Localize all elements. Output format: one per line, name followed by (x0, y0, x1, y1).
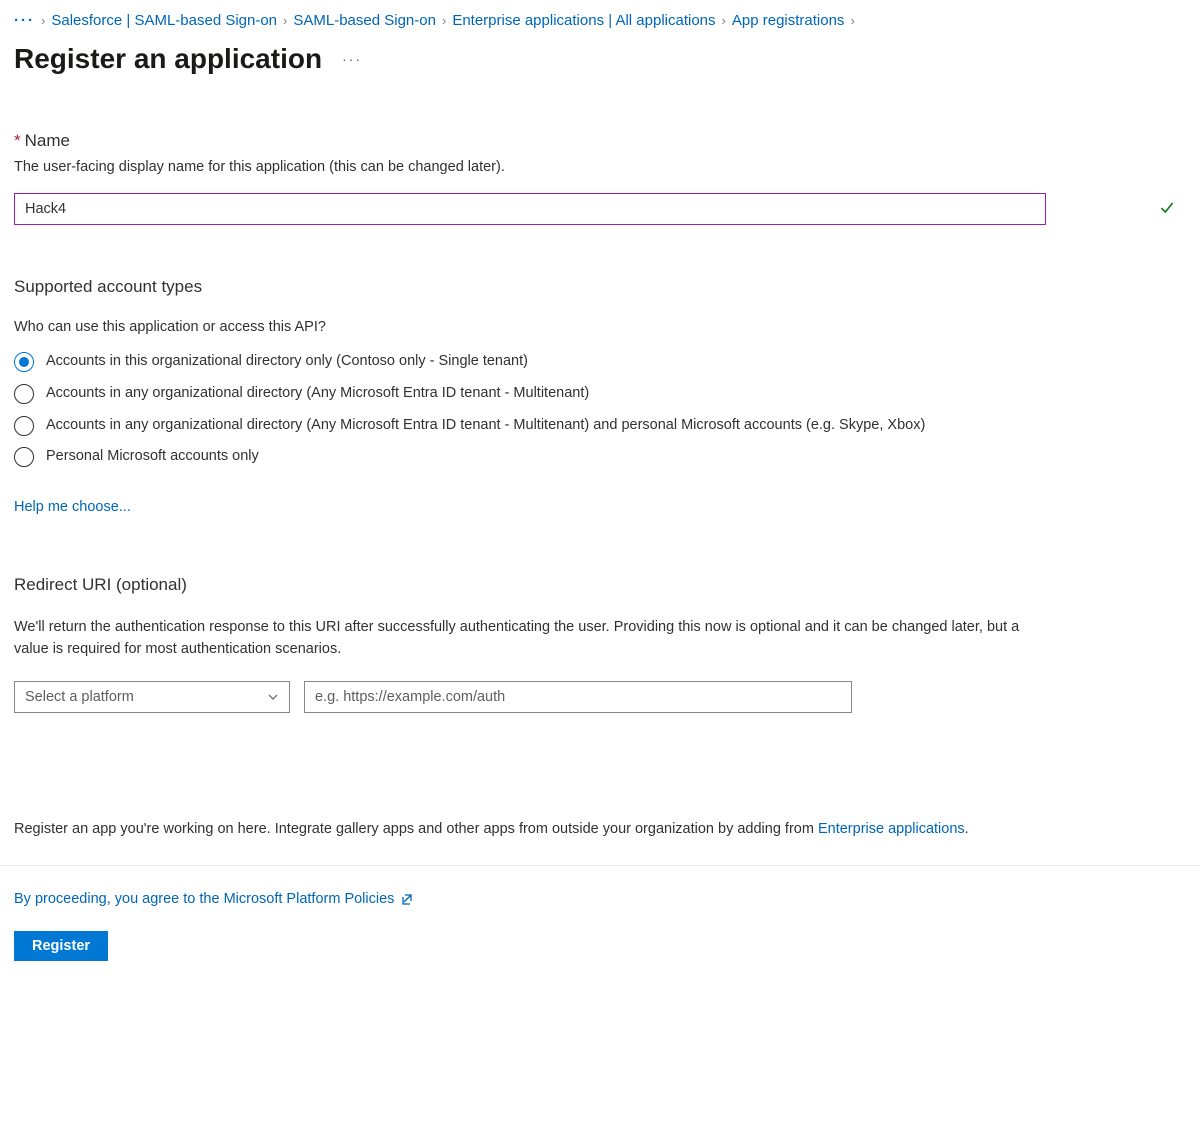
account-types-radio-group: Accounts in this organizational director… (14, 351, 1186, 468)
name-hint: The user-facing display name for this ap… (14, 159, 1186, 175)
checkmark-icon (1158, 199, 1176, 220)
external-link-icon (400, 892, 414, 906)
name-input[interactable] (14, 193, 1046, 225)
help-me-choose-link[interactable]: Help me choose... (14, 499, 131, 515)
chevron-right-icon: › (442, 13, 446, 28)
radio-label: Accounts in any organizational directory… (46, 383, 589, 405)
chevron-right-icon: › (41, 13, 45, 28)
radio-option-multitenant[interactable]: Accounts in any organizational directory… (14, 383, 1186, 405)
platform-select-placeholder: Select a platform (25, 689, 134, 705)
redirect-uri-input[interactable] (304, 681, 852, 713)
platform-select[interactable]: Select a platform (14, 681, 290, 713)
radio-option-personal-only[interactable]: Personal Microsoft accounts only (14, 446, 1186, 468)
footer-note: Register an app you're working on here. … (14, 821, 1186, 837)
chevron-right-icon: › (283, 13, 287, 28)
chevron-right-icon: › (850, 13, 854, 28)
chevron-down-icon (267, 691, 279, 703)
chevron-right-icon: › (722, 13, 726, 28)
breadcrumb-item[interactable]: SAML-based Sign-on (293, 12, 436, 29)
radio-icon (14, 384, 34, 404)
platform-policies-link[interactable]: By proceeding, you agree to the Microsof… (14, 891, 414, 907)
enterprise-applications-link[interactable]: Enterprise applications (818, 821, 965, 837)
radio-option-multitenant-personal[interactable]: Accounts in any organizational directory… (14, 415, 1186, 437)
more-actions-icon[interactable]: ··· (342, 51, 362, 67)
breadcrumb: ··· › Salesforce | SAML-based Sign-on › … (14, 12, 1186, 29)
redirect-uri-title: Redirect URI (optional) (14, 575, 1186, 595)
account-types-question: Who can use this application or access t… (14, 319, 1186, 335)
name-label: *Name (14, 131, 1186, 151)
breadcrumb-item[interactable]: App registrations (732, 12, 845, 29)
account-types-title: Supported account types (14, 277, 1186, 297)
page-title: Register an application (14, 43, 322, 75)
breadcrumb-overflow-icon[interactable]: ··· (14, 12, 35, 29)
divider (0, 865, 1200, 866)
radio-icon (14, 447, 34, 467)
radio-label: Personal Microsoft accounts only (46, 446, 259, 468)
breadcrumb-item[interactable]: Salesforce | SAML-based Sign-on (51, 12, 277, 29)
breadcrumb-item[interactable]: Enterprise applications | All applicatio… (452, 12, 715, 29)
radio-icon (14, 416, 34, 436)
radio-label: Accounts in this organizational director… (46, 351, 528, 373)
radio-option-single-tenant[interactable]: Accounts in this organizational director… (14, 351, 1186, 373)
radio-label: Accounts in any organizational directory… (46, 415, 925, 437)
radio-icon (14, 352, 34, 372)
redirect-uri-description: We'll return the authentication response… (14, 617, 1054, 661)
register-button[interactable]: Register (14, 931, 108, 961)
required-indicator: * (14, 131, 21, 150)
